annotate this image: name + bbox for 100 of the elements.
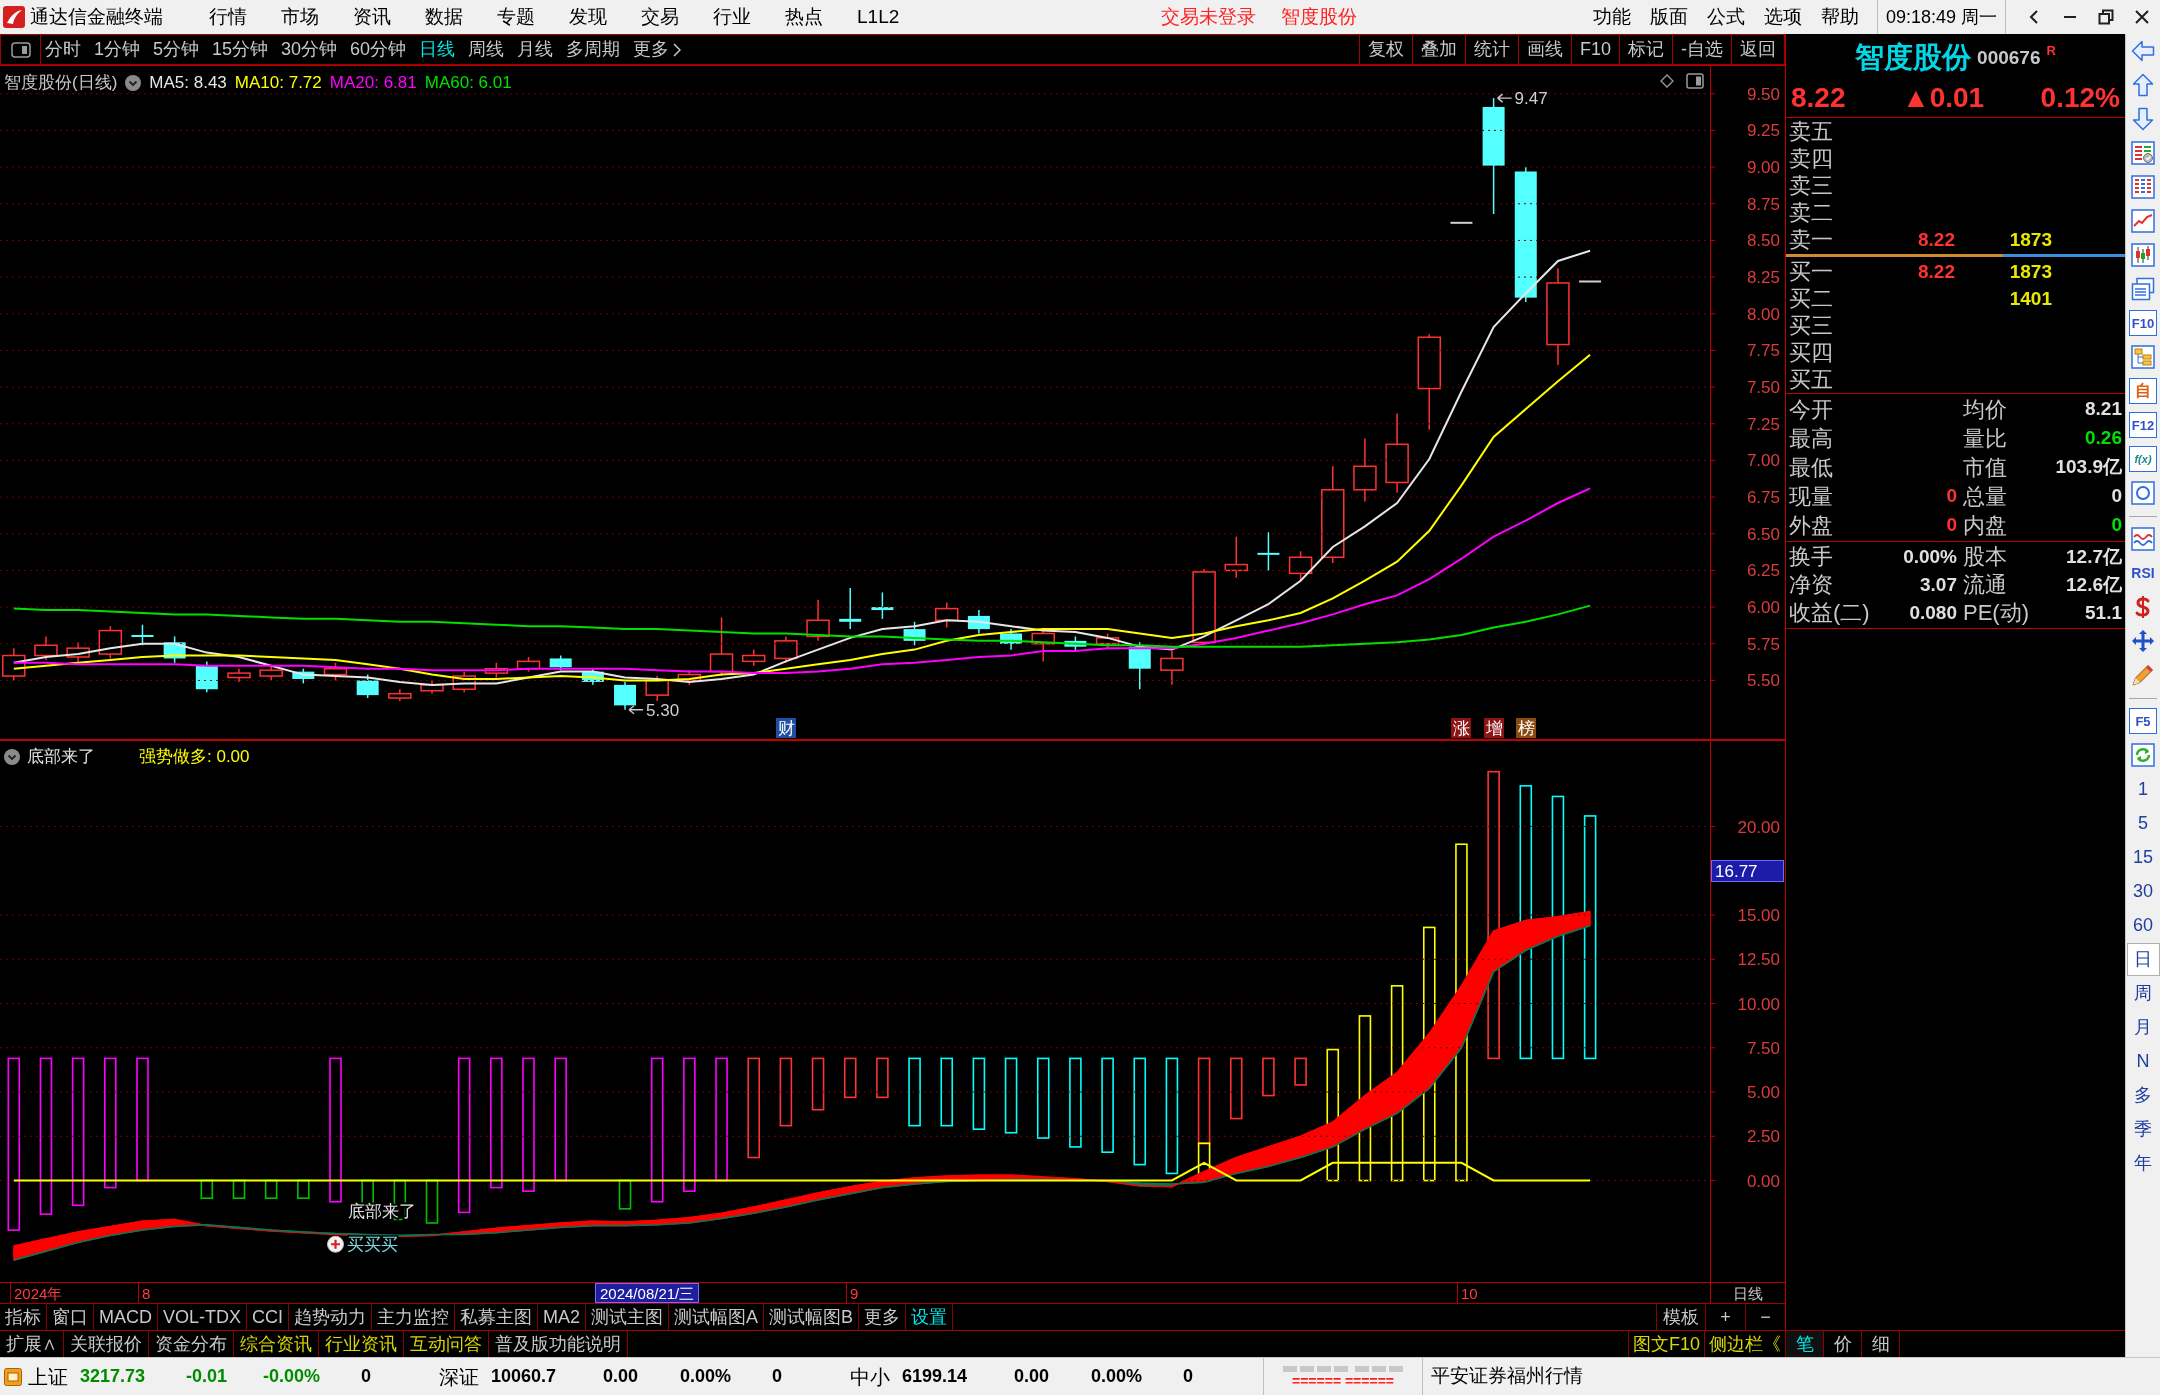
change-percent: 0.12% — [2040, 80, 2120, 115]
period-button[interactable]: 周 — [2126, 976, 2160, 1010]
arrow-up-icon[interactable] — [2131, 73, 2155, 97]
period-button[interactable]: 60 — [2126, 908, 2160, 942]
stat-value: 103.9亿 — [2054, 455, 2122, 480]
stat-label: 换手 — [1789, 543, 1834, 571]
index-change: 0.00 — [601, 1365, 638, 1388]
stat-label: 净资 — [1789, 571, 1834, 599]
period-button[interactable]: 年 — [2126, 1146, 2160, 1180]
event-badge[interactable]: 榜 — [1516, 718, 1536, 738]
period-tab[interactable]: 周线 — [468, 36, 505, 63]
menu-item[interactable]: 功能 — [1592, 2, 1631, 32]
more-button[interactable]: 更多 — [633, 36, 682, 63]
candlestick-icon[interactable] — [2131, 243, 2155, 267]
close-icon[interactable] — [2134, 9, 2150, 25]
period-tab[interactable]: 分时 — [45, 36, 81, 63]
sidebar-button[interactable]: f(x) — [2129, 446, 2157, 472]
menu-item[interactable]: 行业 — [713, 2, 751, 32]
windows-icon[interactable] — [2131, 277, 2155, 301]
period-tab[interactable]: 5分钟 — [153, 36, 200, 63]
toolbar-button[interactable]: 标记 — [1619, 35, 1672, 64]
period-tab[interactable]: 多周期 — [566, 36, 621, 63]
index-percent: 0.00% — [678, 1365, 731, 1388]
menu-item[interactable]: L1L2 — [857, 2, 900, 32]
speed-readout: ====== ====== — [1292, 1373, 1394, 1388]
line-chart-icon[interactable] — [2131, 209, 2155, 233]
pencil-icon[interactable] — [2131, 663, 2155, 687]
event-badge[interactable]: 增 — [1484, 718, 1504, 738]
axis-label: 9.50 — [1746, 84, 1780, 104]
diamond-icon[interactable] — [1660, 74, 1674, 88]
stat-value: 12.6亿 — [2065, 572, 2122, 597]
menu-item[interactable]: 交易 — [641, 2, 679, 32]
chart-title: 智度股份(日线) — [4, 72, 118, 94]
move-icon[interactable] — [2131, 629, 2155, 653]
sidebar-button[interactable]: RSI — [2131, 566, 2155, 580]
period-tab[interactable]: 1分钟 — [94, 36, 140, 63]
order-price: 8.22 — [1917, 260, 1955, 284]
refresh-icon[interactable] — [2131, 743, 2155, 767]
stock-code: 000676 — [1977, 45, 2041, 70]
menu-item[interactable]: 资讯 — [353, 2, 391, 32]
toolbar-button[interactable]: F10 — [1570, 35, 1619, 64]
event-badge[interactable]: 涨 — [1451, 718, 1471, 738]
axis-label: 7.75 — [1746, 341, 1780, 361]
panel-icon[interactable] — [1686, 73, 1704, 89]
period-tab[interactable]: 30分钟 — [281, 36, 338, 63]
period-button[interactable]: 月 — [2126, 1010, 2160, 1044]
axis-label: 8.25 — [1746, 268, 1780, 288]
menu-item[interactable]: 帮助 — [1820, 2, 1859, 32]
chevron-down-icon[interactable] — [4, 748, 20, 765]
index-value: 3217.73 — [80, 1365, 147, 1388]
index-value: 10060.7 — [491, 1365, 558, 1388]
sidebar-button[interactable]: F10 — [2129, 310, 2157, 336]
axis-label: 6.75 — [1746, 488, 1780, 508]
panel-tab[interactable]: 笔 — [1786, 1331, 1824, 1357]
period-tab[interactable]: 60分钟 — [350, 36, 407, 63]
order-level-label: 卖三 — [1789, 174, 1834, 197]
menu-item[interactable]: 版面 — [1649, 2, 1688, 32]
toolbar-button[interactable]: 复权 — [1358, 35, 1412, 64]
period-tab[interactable]: 日线 — [419, 36, 456, 63]
period-button[interactable]: 5 — [2126, 806, 2160, 840]
menu-item[interactable]: 市场 — [281, 2, 319, 32]
toolbar-button[interactable]: 统计 — [1464, 35, 1518, 64]
checklist-icon[interactable] — [2131, 141, 2155, 165]
stat-label: 收益(二) — [1789, 599, 1871, 627]
period-tab[interactable]: 15分钟 — [212, 36, 269, 63]
toolbar-button[interactable]: -自选 — [1672, 35, 1731, 64]
wave-chart-icon[interactable] — [2131, 527, 2155, 551]
period-button[interactable]: 多 — [2126, 1078, 2160, 1112]
period-tab[interactable]: 月线 — [517, 36, 554, 63]
cursor-value-label: 16.77 — [1711, 860, 1784, 882]
arrow-left-icon[interactable] — [2131, 39, 2155, 63]
order-level-label: 卖四 — [1789, 147, 1834, 170]
menu-item[interactable]: 数据 — [425, 2, 463, 32]
sidebar-button[interactable]: 自 — [2129, 378, 2157, 404]
sidebar-button[interactable]: F12 — [2129, 412, 2157, 438]
restore-icon[interactable] — [2098, 9, 2114, 25]
period-button[interactable]: 15 — [2126, 840, 2160, 874]
menu-item[interactable]: 专题 — [497, 2, 535, 32]
period-button[interactable]: 1 — [2126, 772, 2160, 806]
period-button[interactable]: 日 — [2126, 942, 2160, 976]
arrow-down-icon[interactable] — [2131, 107, 2155, 131]
menu-item[interactable]: 选项 — [1763, 2, 1802, 32]
chevron-down-icon[interactable] — [125, 74, 142, 91]
toolbar-button[interactable]: 画线 — [1517, 35, 1571, 64]
period-button[interactable]: N — [2126, 1044, 2160, 1078]
sidebar-button[interactable]: F5 — [2129, 708, 2157, 734]
table-icon[interactable] — [2131, 175, 2155, 199]
axis-label: 15.00 — [1737, 906, 1780, 926]
index-name: 上证 — [28, 1364, 69, 1390]
menu-item[interactable]: 发现 — [569, 2, 607, 32]
menu-item[interactable]: 公式 — [1706, 2, 1745, 32]
event-badge[interactable]: 财 — [776, 718, 796, 738]
menu-item[interactable]: 行情 — [209, 2, 247, 32]
period-button[interactable]: 季 — [2126, 1112, 2160, 1146]
tree-icon[interactable] — [2131, 345, 2155, 369]
period-button[interactable]: 30 — [2126, 874, 2160, 908]
axis-label: 7.25 — [1746, 414, 1780, 434]
menu-item[interactable]: 热点 — [785, 2, 823, 32]
toolbar-button[interactable]: 返回 — [1731, 35, 1784, 64]
toolbar-button[interactable]: 叠加 — [1411, 35, 1465, 64]
